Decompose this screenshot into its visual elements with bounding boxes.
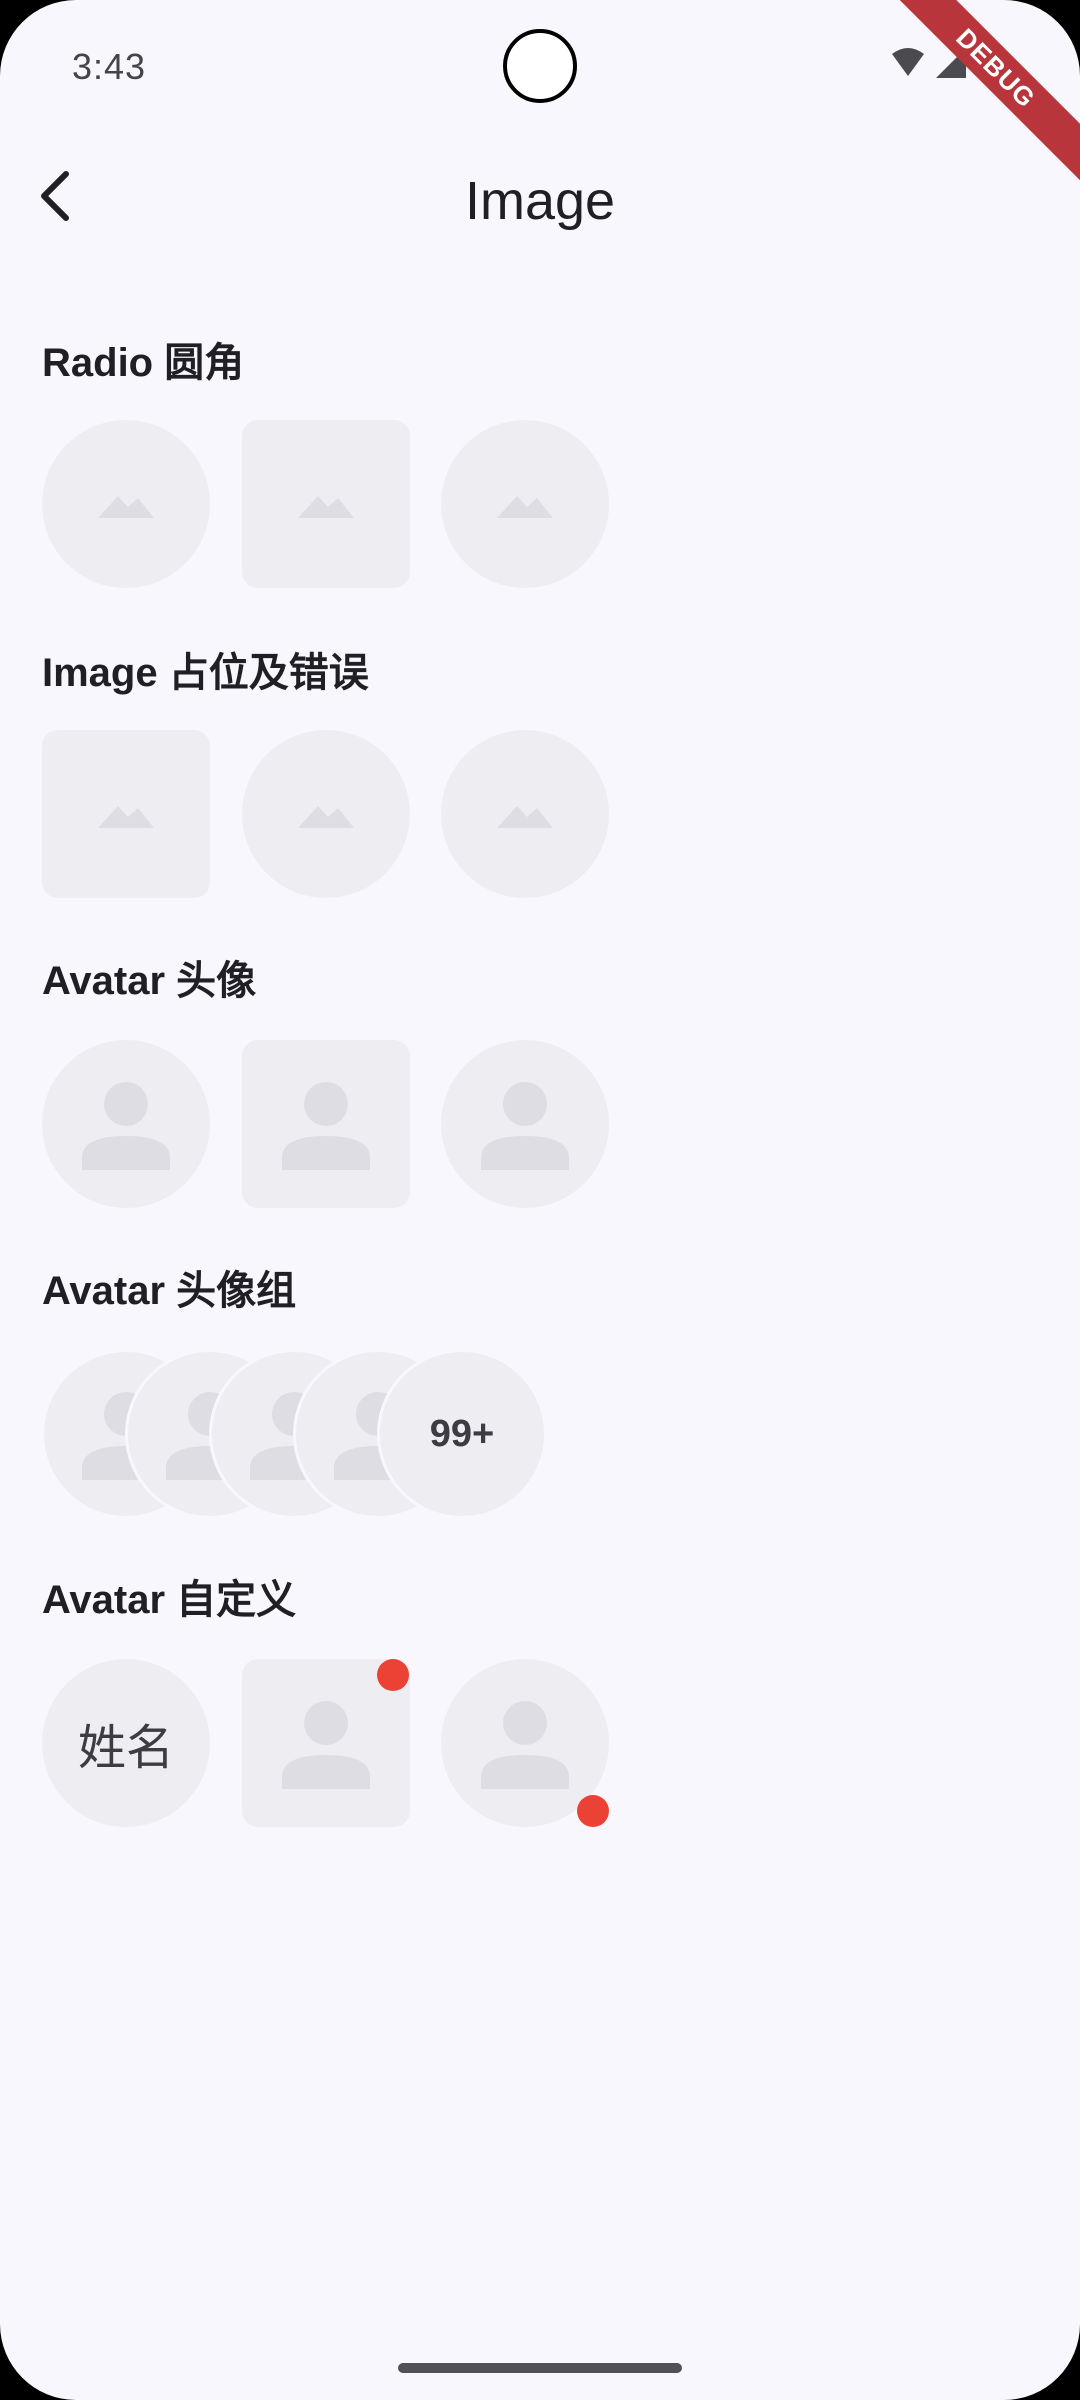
section-title-avatar: Avatar 头像 — [42, 959, 257, 1003]
image-placeholder-icon — [98, 496, 154, 518]
image-error[interactable] — [441, 730, 609, 898]
image-placeholder-icon — [497, 496, 553, 518]
image-placeholder-icon — [98, 806, 154, 828]
image-placeholder[interactable] — [42, 730, 210, 898]
section-title-placeholder: Image 占位及错误 — [42, 651, 369, 695]
avatar-text[interactable]: 姓名 — [42, 1659, 210, 1827]
section-title-avatar-custom: Avatar 自定义 — [42, 1578, 297, 1622]
avatar-group-count: 99+ — [429, 1412, 495, 1455]
page-title: Image — [464, 171, 616, 231]
image-placeholder[interactable] — [242, 730, 410, 898]
image-placeholder-icon — [298, 806, 354, 828]
image-rounded[interactable] — [242, 420, 410, 588]
status-time: 3:43 — [72, 46, 147, 87]
person-icon — [481, 1082, 569, 1170]
person-icon — [481, 1701, 569, 1789]
status-bar: 3:43 — [0, 0, 1080, 130]
avatar-rounded[interactable] — [242, 1040, 410, 1208]
image-placeholder-icon — [298, 496, 354, 518]
front-camera — [503, 29, 577, 103]
person-icon — [282, 1082, 370, 1170]
avatar-group-more[interactable]: 99+ — [377, 1349, 547, 1519]
image-placeholder-icon — [497, 806, 553, 828]
person-icon — [82, 1082, 170, 1170]
section-title-radius: Radio 圆角 — [42, 341, 245, 385]
image-circle[interactable] — [441, 420, 609, 588]
wifi-icon — [892, 48, 924, 76]
avatar-circle[interactable] — [42, 1040, 210, 1208]
phone-screen: 3:43 DEBUG Image Radio 圆角 Image 占位及错误 Av… — [0, 0, 1080, 2400]
section-title-avatar-group: Avatar 头像组 — [42, 1269, 297, 1313]
person-icon — [282, 1701, 370, 1789]
notification-dot — [577, 1795, 609, 1827]
avatar-circle[interactable] — [441, 1040, 609, 1208]
app-bar: Image — [0, 130, 1080, 280]
notification-dot — [377, 1659, 409, 1691]
avatar-name-text: 姓名 — [77, 1722, 174, 1775]
home-indicator[interactable] — [398, 2363, 682, 2373]
image-circle[interactable] — [42, 420, 210, 588]
